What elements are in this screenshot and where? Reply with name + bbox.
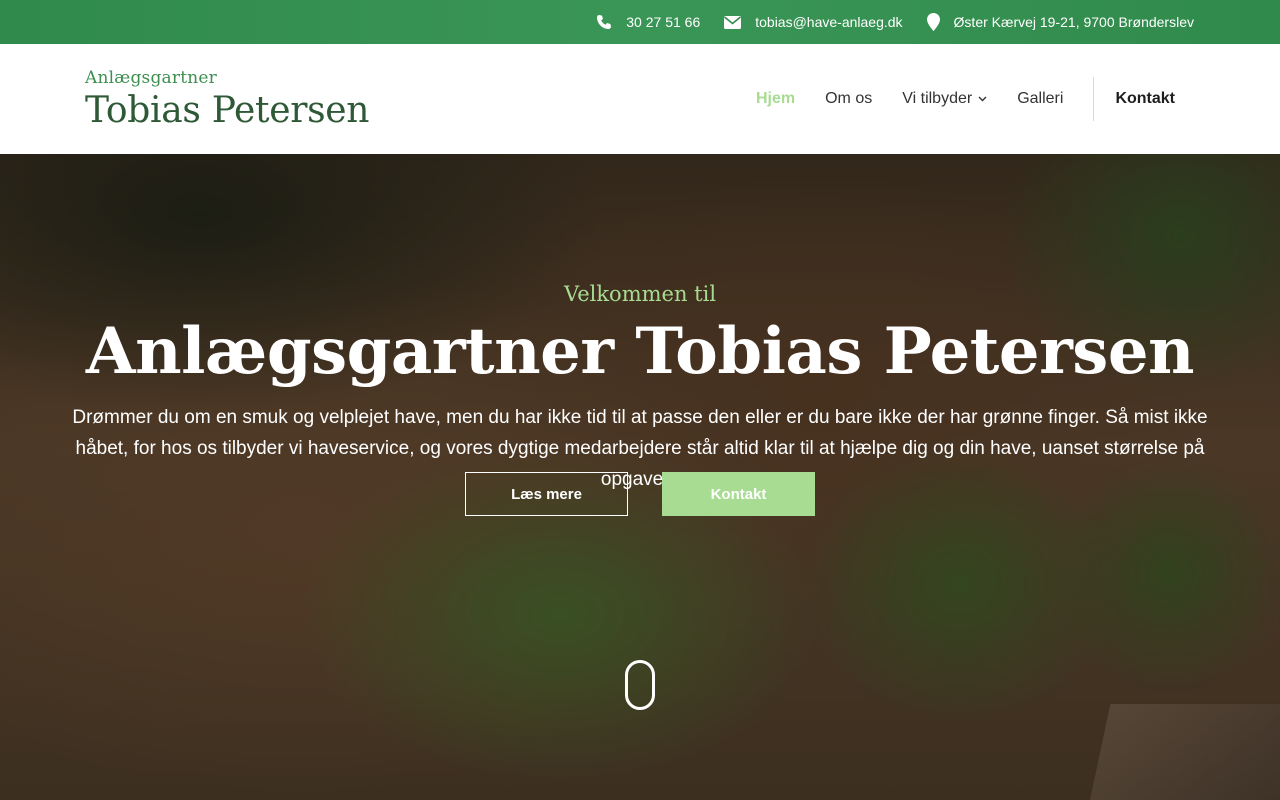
phone-item[interactable]: 30 27 51 66 <box>596 14 700 30</box>
scroll-down-icon[interactable] <box>625 660 655 710</box>
hero-content: Velkommen til Anlægsgartner Tobias Peter… <box>0 154 1280 800</box>
logo-subtitle: Anlægsgartner <box>85 68 217 88</box>
envelope-icon <box>724 15 742 29</box>
email-address: tobias@have-anlaeg.dk <box>755 14 903 30</box>
address-item[interactable]: Øster Kærvej 19-21, 9700 Brønderslev <box>926 13 1194 31</box>
email-item[interactable]: tobias@have-anlaeg.dk <box>724 14 903 30</box>
contact-button[interactable]: Kontakt <box>662 472 815 516</box>
nav-item-services[interactable]: Vi tilbyder <box>902 90 987 108</box>
hero-kicker: Velkommen til <box>563 282 717 306</box>
phone-icon <box>597 15 612 29</box>
site-logo[interactable]: Anlægsgartner Tobias Petersen <box>85 68 369 131</box>
logo-title: Tobias Petersen <box>85 90 370 131</box>
nav-item-about[interactable]: Om os <box>825 90 872 108</box>
read-more-button[interactable]: Læs mere <box>465 472 628 516</box>
map-pin-icon <box>926 13 940 31</box>
address-text: Øster Kærvej 19-21, 9700 Brønderslev <box>953 14 1194 30</box>
top-info-bar: 30 27 51 66 tobias@have-anlaeg.dk Øster … <box>0 0 1280 44</box>
nav-item-services-label: Vi tilbyder <box>902 90 973 107</box>
nav-item-gallery[interactable]: Galleri <box>1017 90 1063 108</box>
hero-description: Drømmer du om en smuk og velplejet have,… <box>72 407 1208 490</box>
nav-item-home[interactable]: Hjem <box>756 90 795 108</box>
nav-divider <box>1093 77 1095 121</box>
hero-section: Velkommen til Anlægsgartner Tobias Peter… <box>0 154 1280 800</box>
nav-item-contact[interactable]: Kontakt <box>1115 90 1175 108</box>
phone-number: 30 27 51 66 <box>626 14 701 30</box>
hero-title: Anlægsgartner Tobias Petersen <box>85 314 1195 389</box>
chevron-down-icon <box>978 96 987 102</box>
main-nav: Hjem Om os Vi tilbyder Galleri Kontakt <box>726 77 1175 121</box>
site-header: Anlægsgartner Tobias Petersen Hjem Om os… <box>0 44 1280 154</box>
